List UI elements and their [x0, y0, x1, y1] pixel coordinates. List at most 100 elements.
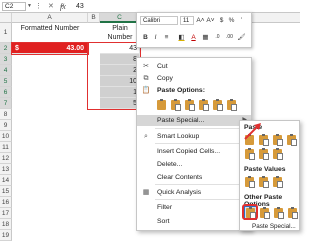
format-painter-icon[interactable]: 🖌 [237, 33, 246, 42]
menu-item-copy[interactable]: ⧉ Copy [137, 73, 251, 84]
increase-decimal-icon[interactable]: .0 [213, 33, 222, 42]
font-color-icon[interactable]: A [189, 33, 198, 42]
menu-item-sort[interactable]: Sort ▶ [137, 216, 251, 227]
italic-icon[interactable]: I [151, 33, 160, 42]
menu-item-cut[interactable]: ✂ Cut [137, 61, 251, 72]
name-box[interactable]: C2 [2, 2, 26, 11]
select-all-corner[interactable] [0, 13, 12, 23]
menu-item-cut-label: Cut [157, 63, 168, 70]
row-header-10[interactable]: 10 [0, 131, 12, 142]
menu-item-paste-special[interactable]: Paste Special... ▶ [137, 115, 251, 126]
smart-lookup-icon: ⌕ [144, 133, 148, 140]
comma-format-icon[interactable]: ’ [237, 16, 246, 25]
font-size-box[interactable]: 11 [180, 16, 194, 25]
paste-linked-picture-icon[interactable] [287, 207, 298, 219]
paste-formulas-format-icon[interactable] [272, 134, 283, 146]
menu-item-smart-lookup[interactable]: ⌕ Smart Lookup [137, 131, 251, 142]
menu-separator [155, 143, 249, 144]
font-name-box[interactable]: Calibri [140, 16, 178, 25]
menu-item-paste-special-label: Paste Special... [157, 117, 205, 124]
menu-separator [155, 128, 249, 129]
menu-item-clear-contents[interactable]: Clear Contents [137, 172, 251, 183]
menu-item-filter[interactable]: Filter ▶ [137, 202, 251, 213]
submenu-paste-special[interactable]: Paste Special... [252, 223, 296, 230]
row-header-3[interactable]: 3 [0, 54, 12, 65]
paste-values-icon[interactable] [170, 99, 181, 111]
highlight-box-a2 [11, 42, 89, 55]
insert-function-button[interactable]: fx [60, 1, 66, 12]
menu-item-delete[interactable]: Delete... [137, 159, 251, 170]
highlight-box-c-range [87, 42, 141, 110]
row-header-16[interactable]: 16 [0, 197, 12, 208]
paste-link-icon[interactable] [226, 99, 237, 111]
highlight-box-formatting [242, 204, 258, 220]
row-header-15[interactable]: 15 [0, 186, 12, 197]
percent-format-icon[interactable]: % [227, 16, 236, 25]
row-header-13[interactable]: 13 [0, 164, 12, 175]
row-header-17[interactable]: 17 [0, 208, 12, 219]
menu-item-delete-label: Delete... [157, 161, 183, 168]
borders-icon[interactable]: ▦ [201, 33, 210, 42]
keep-col-width-icon[interactable] [258, 148, 269, 160]
no-borders-icon[interactable] [244, 148, 255, 160]
menu-separator [155, 199, 249, 200]
row-header-4[interactable]: 4 [0, 65, 12, 76]
column-header-b[interactable]: B [88, 13, 100, 23]
quick-analysis-icon: ▦ [142, 189, 150, 196]
paste-icon[interactable] [156, 99, 167, 111]
paste-options-row: 📋 Paste Options: [137, 85, 251, 96]
bold-icon[interactable]: B [141, 33, 150, 42]
increase-font-icon[interactable]: A˄ [196, 16, 205, 25]
decrease-decimal-icon[interactable]: .00 [225, 33, 234, 42]
row-header-12[interactable]: 12 [0, 153, 12, 164]
values-icon[interactable] [244, 176, 255, 188]
menu-item-filter-label: Filter [157, 204, 173, 211]
name-box-dropdown-icon[interactable]: ▼ [27, 2, 32, 11]
keep-source-format-icon[interactable] [286, 134, 297, 146]
formula-input[interactable]: 43 [76, 1, 84, 12]
decrease-font-icon[interactable]: A˅ [206, 16, 215, 25]
header-plain-number: Plain Number [107, 25, 133, 41]
paste-formatting-icon[interactable] [212, 99, 223, 111]
values-number-format-icon[interactable] [258, 176, 269, 188]
context-menu: ✂ Cut ⧉ Copy 📋 Paste Options: Paste Spec… [136, 57, 252, 231]
row-header-8[interactable]: 8 [0, 109, 12, 120]
row-header-6[interactable]: 6 [0, 87, 12, 98]
paste-transpose-icon[interactable] [198, 99, 209, 111]
row-header-5[interactable]: 5 [0, 76, 12, 87]
align-center-icon[interactable]: ≡ [162, 33, 171, 42]
row-header-9[interactable]: 9 [0, 120, 12, 131]
header-formatted-number: Formatted Number [20, 25, 80, 32]
menu-item-clear-contents-label: Clear Contents [157, 174, 203, 181]
row-header-18[interactable]: 18 [0, 219, 12, 230]
row-header-19[interactable]: 19 [0, 230, 12, 241]
submenu-section-paste-values: Paste Values [244, 166, 286, 173]
menu-item-insert-copied-cells[interactable]: Insert Copied Cells... [137, 146, 251, 157]
row-header-14[interactable]: 14 [0, 175, 12, 186]
column-header-c[interactable]: C [100, 13, 140, 23]
mini-toolbar: Calibri 11 A˄ A˅ $ % ’ B I ≡ ◧ A ▦ .0 .0… [136, 12, 252, 48]
row-header-1[interactable]: 1 [0, 23, 12, 43]
fill-color-icon[interactable]: ◧ [177, 33, 186, 42]
row-header-11[interactable]: 11 [0, 142, 12, 153]
menu-item-sort-label: Sort [157, 218, 170, 225]
menu-item-smart-lookup-label: Smart Lookup [157, 133, 200, 140]
clipboard-icon: 📋 [141, 87, 151, 94]
paste-link-icon[interactable] [259, 207, 270, 219]
scissors-icon: ✂ [143, 63, 149, 70]
values-source-format-icon[interactable] [272, 176, 283, 188]
annotation-arrow-icon [244, 123, 261, 140]
row-header-7[interactable]: 7 [0, 98, 12, 109]
menu-item-quick-analysis[interactable]: ▦ Quick Analysis [137, 187, 251, 198]
menu-item-copy-label: Copy [157, 75, 173, 82]
menu-separator [155, 184, 249, 185]
paste-options-label: Paste Options: [157, 87, 205, 94]
menu-item-insert-copied-cells-label: Insert Copied Cells... [157, 148, 221, 155]
currency-format-icon[interactable]: $ [217, 16, 226, 25]
menu-item-quick-analysis-label: Quick Analysis [157, 189, 202, 196]
transpose-icon[interactable] [272, 148, 283, 160]
paste-picture-icon[interactable] [273, 207, 284, 219]
column-header-a[interactable]: A [12, 13, 88, 23]
copy-icon: ⧉ [143, 75, 149, 82]
paste-formulas-icon[interactable] [184, 99, 195, 111]
